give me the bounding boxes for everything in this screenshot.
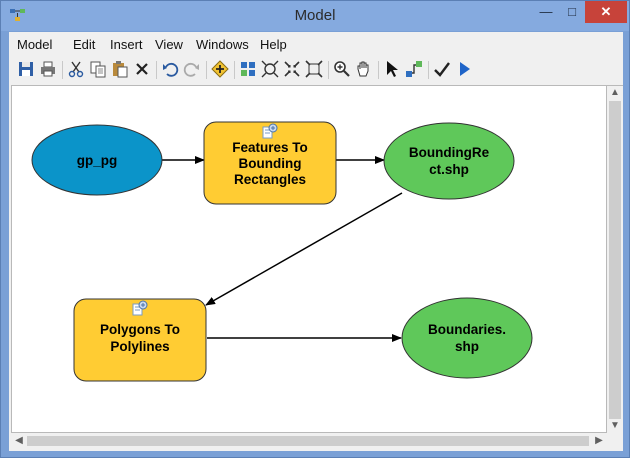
horizontal-scroll-thumb[interactable] bbox=[27, 436, 589, 446]
run-icon[interactable] bbox=[455, 60, 473, 78]
full-extent-icon[interactable] bbox=[261, 60, 279, 78]
horizontal-scrollbar[interactable]: ◀ ▶ bbox=[11, 433, 607, 449]
node-label: ct.shp bbox=[429, 162, 469, 177]
menu-bar: Model Edit Insert View Windows Help bbox=[9, 32, 623, 56]
validate-icon[interactable] bbox=[433, 60, 451, 78]
toolbar-separator bbox=[156, 61, 157, 79]
connect-icon[interactable] bbox=[405, 60, 423, 78]
fixed-zoom-out-icon[interactable] bbox=[305, 60, 323, 78]
node-features-to-bounding-rectangles[interactable]: Features To Bounding Rectangles bbox=[203, 121, 337, 205]
node-label: Boundaries. bbox=[428, 322, 506, 337]
node-polygons-to-polylines[interactable]: Polygons To Polylines bbox=[73, 298, 207, 382]
pan-icon[interactable] bbox=[355, 60, 373, 78]
delete-icon[interactable] bbox=[133, 60, 151, 78]
node-label: BoundingRe bbox=[409, 145, 490, 160]
scroll-left-arrow-icon[interactable]: ◀ bbox=[11, 433, 27, 449]
node-gp-pg[interactable]: gp_pg bbox=[31, 124, 163, 196]
print-icon[interactable] bbox=[39, 60, 57, 78]
node-boundaries-shp[interactable]: Boundaries. shp bbox=[401, 297, 533, 379]
node-boundingrect-shp[interactable]: BoundingRe ct.shp bbox=[383, 122, 515, 200]
toolbar-separator bbox=[234, 61, 235, 79]
node-label: shp bbox=[455, 339, 479, 354]
menu-insert[interactable]: Insert bbox=[110, 37, 143, 52]
toolbar-separator bbox=[328, 61, 329, 79]
scroll-down-arrow-icon[interactable]: ▼ bbox=[607, 418, 623, 434]
menu-model[interactable]: Model bbox=[17, 37, 52, 52]
vertical-scrollbar[interactable]: ▲ ▼ bbox=[607, 85, 623, 433]
copy-icon[interactable] bbox=[89, 60, 107, 78]
model-canvas[interactable]: gp_pg Features To Bounding Rectangles Bo… bbox=[11, 85, 607, 433]
auto-layout-icon[interactable] bbox=[239, 60, 257, 78]
toolbar-separator bbox=[378, 61, 379, 79]
cut-icon[interactable] bbox=[67, 60, 85, 78]
node-label: Polylines bbox=[110, 339, 169, 354]
undo-icon[interactable] bbox=[161, 60, 179, 78]
model-window: Model — □ ✕ Model Edit Insert View Windo… bbox=[0, 0, 630, 458]
close-button[interactable]: ✕ bbox=[585, 1, 627, 23]
fixed-zoom-in-icon[interactable] bbox=[283, 60, 301, 78]
menu-view[interactable]: View bbox=[155, 37, 183, 52]
node-label: Polygons To bbox=[100, 322, 180, 337]
toolbar-separator bbox=[206, 61, 207, 79]
zoom-in-icon[interactable] bbox=[333, 60, 351, 78]
node-label: Features To bbox=[232, 140, 308, 155]
node-label: gp_pg bbox=[77, 153, 118, 168]
add-data-icon[interactable] bbox=[211, 60, 229, 78]
menu-windows[interactable]: Windows bbox=[196, 37, 249, 52]
toolbar-separator bbox=[62, 61, 63, 79]
connector-boundingrect-to-polygons[interactable] bbox=[205, 192, 403, 306]
title-bar[interactable]: Model — □ ✕ bbox=[1, 1, 629, 31]
menu-edit[interactable]: Edit bbox=[73, 37, 95, 52]
toolbar-separator bbox=[428, 61, 429, 79]
save-icon[interactable] bbox=[17, 60, 35, 78]
select-icon[interactable] bbox=[383, 60, 401, 78]
node-label: Bounding bbox=[239, 156, 302, 171]
client-area: Model Edit Insert View Windows Help gp_p… bbox=[9, 32, 623, 451]
scroll-up-arrow-icon[interactable]: ▲ bbox=[607, 85, 623, 101]
paste-icon[interactable] bbox=[111, 60, 129, 78]
minimize-button[interactable]: — bbox=[533, 1, 559, 23]
maximize-button[interactable]: □ bbox=[559, 1, 585, 23]
vertical-scroll-thumb[interactable] bbox=[609, 101, 621, 419]
node-label: Rectangles bbox=[234, 172, 306, 187]
model-diagram: gp_pg Features To Bounding Rectangles Bo… bbox=[31, 121, 533, 382]
redo-icon[interactable] bbox=[183, 60, 201, 78]
toolbar bbox=[9, 57, 623, 83]
menu-help[interactable]: Help bbox=[260, 37, 287, 52]
scroll-right-arrow-icon[interactable]: ▶ bbox=[591, 433, 607, 449]
